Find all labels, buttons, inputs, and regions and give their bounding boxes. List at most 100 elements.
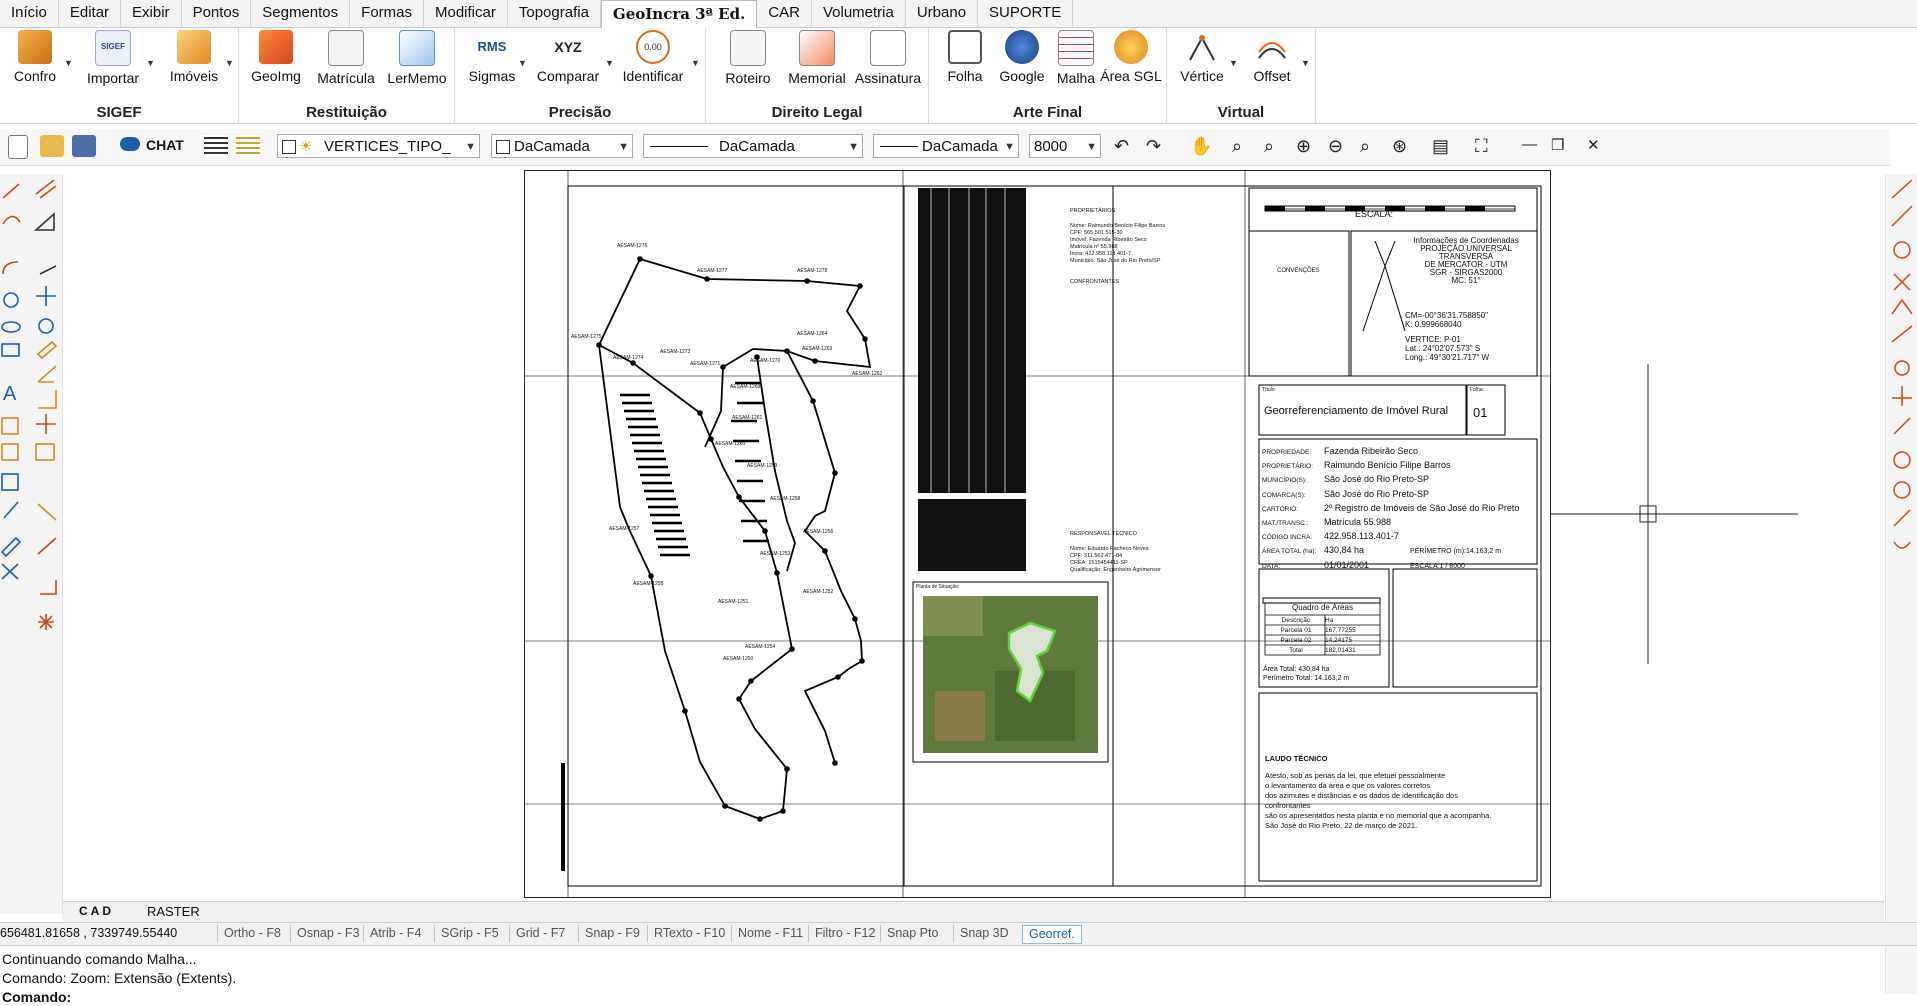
- vertex-label: AESAM-1274: [613, 355, 644, 361]
- zoom-previous-icon[interactable]: ⌕: [1360, 136, 1370, 157]
- chevron-down-icon[interactable]: ▼: [518, 58, 527, 68]
- scale-combo[interactable]: 8000 ▼: [1029, 134, 1101, 158]
- ribbon-panel: Confro ▼ SIGEF Importar ▼ Imóveis ▼ SIGE…: [0, 28, 1917, 124]
- tab-exibir[interactable]: Exibir: [121, 0, 182, 27]
- redo-icon[interactable]: ↷: [1146, 136, 1161, 157]
- snap-tangent-icon: [1893, 417, 1911, 435]
- tab-suporte[interactable]: SUPORTE: [978, 0, 1074, 27]
- chevron-down-icon[interactable]: ▼: [64, 58, 73, 68]
- identificar-button[interactable]: 0.00 Identificar: [618, 30, 688, 84]
- tab-formas[interactable]: Formas: [350, 0, 424, 27]
- tab-topografia[interactable]: Topografia: [508, 0, 601, 27]
- chevron-down-icon[interactable]: ▼: [691, 58, 700, 68]
- properties-icon[interactable]: ▤: [1432, 136, 1449, 157]
- group-title-sigef: SIGEF: [96, 104, 142, 121]
- grid-toggle[interactable]: Grid - F7: [509, 925, 571, 942]
- chevron-down-icon[interactable]: ▼: [605, 58, 614, 68]
- zoom-in-icon[interactable]: ⊕: [1296, 136, 1311, 157]
- georref-toggle[interactable]: Georref.: [1022, 925, 1082, 944]
- sgrip-toggle[interactable]: SGrip - F5: [434, 925, 505, 942]
- cursor-coordinates: 656481.81658 , 7339749.55440: [0, 926, 178, 940]
- ortho-toggle[interactable]: Ortho - F8: [217, 925, 287, 942]
- snap-intersection-icon: [1893, 273, 1911, 291]
- field-area-total: ÁREA TOTAL (ha): 430,84 ha PERÍMETRO (m):1…: [1262, 545, 1502, 556]
- layer-visibility-icon[interactable]: [282, 140, 296, 154]
- sigmas-button[interactable]: RMS Sigmas: [457, 30, 527, 84]
- geoimg-button[interactable]: GeoImg: [241, 30, 311, 84]
- assinatura-button[interactable]: Assinatura: [853, 30, 923, 86]
- open-folder-icon[interactable]: [40, 135, 64, 157]
- zoom-window-icon[interactable]: ⌕: [1232, 136, 1242, 157]
- tab-car[interactable]: CAR: [757, 0, 812, 27]
- snap-3d-toggle[interactable]: Snap 3D: [953, 925, 1015, 942]
- snap-pto-toggle[interactable]: Snap Pto: [880, 925, 944, 942]
- layer-combo[interactable]: ☀ VERTICES_TIPO_ ▼: [277, 134, 480, 158]
- nome-toggle[interactable]: Nome - F11: [731, 925, 809, 942]
- snap-node-icon: [1893, 481, 1911, 499]
- command-line[interactable]: Continuando comando Malha... Comando: Zo…: [0, 946, 1885, 1006]
- layer-manager-icon[interactable]: [236, 135, 260, 157]
- fullscreen-icon[interactable]: ⛶: [1475, 136, 1488, 157]
- zoom-extents-icon[interactable]: ⌕: [1264, 136, 1274, 157]
- tab-raster[interactable]: RASTER: [147, 904, 200, 919]
- matricula-button[interactable]: Matrícula: [311, 30, 381, 86]
- lineweight-combo[interactable]: DaCamada ▼: [873, 134, 1019, 158]
- snap-toggle[interactable]: Snap - F9: [578, 925, 646, 942]
- chevron-down-icon[interactable]: ▼: [146, 58, 155, 68]
- vertex-label: AESAM-1261: [732, 415, 763, 421]
- layers-icon[interactable]: [204, 135, 228, 157]
- tab-segmentos[interactable]: Segmentos: [251, 0, 351, 27]
- imoveis-button[interactable]: Imóveis: [159, 30, 229, 84]
- offset-button[interactable]: Offset: [1237, 30, 1307, 84]
- drawing-canvas[interactable]: ESCALA: CONVENÇÕES Informações de Coorde…: [63, 166, 1884, 901]
- snap-perpendicular-icon: [1892, 386, 1912, 406]
- close-icon[interactable]: ✕: [1587, 136, 1600, 154]
- memorial-button[interactable]: Memorial: [782, 30, 852, 86]
- color-combo[interactable]: DaCamada ▼: [491, 134, 633, 158]
- model-tabs: CAD RASTER: [63, 901, 1884, 922]
- pan-hand-icon[interactable]: ✋: [1190, 136, 1212, 157]
- confro-button[interactable]: Confro: [0, 30, 70, 84]
- tab-urbano[interactable]: Urbano: [906, 0, 979, 27]
- tab-pontos[interactable]: Pontos: [182, 0, 252, 27]
- tab-geoincra[interactable]: GeoIncra 3ª Ed.: [600, 0, 758, 29]
- area-sgl-button[interactable]: Área SGL: [1096, 30, 1166, 84]
- vertice-button[interactable]: Vértice: [1167, 30, 1237, 84]
- zoom-out-icon[interactable]: ⊖: [1328, 136, 1343, 157]
- snap-extension-icon: [1891, 325, 1913, 343]
- chevron-down-icon[interactable]: ▼: [1301, 58, 1310, 68]
- chat-button[interactable]: CHAT: [118, 135, 198, 157]
- comparar-button[interactable]: XYZ Comparar: [533, 30, 603, 84]
- sun-icon[interactable]: ☀: [299, 135, 312, 157]
- circle-tool-icon: [3, 292, 19, 308]
- zoom-all-icon[interactable]: ⊛: [1392, 136, 1407, 157]
- new-file-icon[interactable]: [8, 135, 28, 159]
- undo-icon[interactable]: ↶: [1114, 136, 1129, 157]
- vertex-label: AESAM-1262: [852, 371, 883, 377]
- filtro-toggle[interactable]: Filtro - F12: [808, 925, 881, 942]
- tab-editar[interactable]: Editar: [59, 0, 122, 27]
- break-tool-icon: [37, 537, 57, 555]
- save-icon[interactable]: [72, 135, 96, 157]
- rtexto-toggle[interactable]: RTexto - F10: [647, 925, 731, 942]
- responsavel-text: RESPONSÁVEL TÉCNICO Nome: Eduardo Pachec…: [1070, 531, 1161, 573]
- command-prompt[interactable]: Comando:: [2, 989, 71, 1005]
- explode-tool-icon: [1, 563, 19, 580]
- roteiro-button[interactable]: Roteiro: [713, 30, 783, 86]
- field-cartorio: CARTÓRIO: 2º Registro de Imóveis de São J…: [1262, 502, 1520, 513]
- tab-cad[interactable]: CAD: [79, 904, 114, 918]
- atrib-toggle[interactable]: Atrib - F4: [363, 925, 427, 942]
- osnap-toggle[interactable]: Osnap - F3: [290, 925, 366, 942]
- tab-modificar[interactable]: Modificar: [424, 0, 508, 27]
- chevron-down-icon[interactable]: ▼: [225, 58, 234, 68]
- restore-icon[interactable]: ❐: [1551, 136, 1564, 154]
- importar-button[interactable]: SIGEF Importar: [78, 30, 148, 86]
- tab-inicio[interactable]: Início: [0, 0, 59, 27]
- lermemo-button[interactable]: LerMemo: [382, 30, 452, 86]
- vertex-label: AESAM-1250: [723, 656, 754, 662]
- linetype-combo[interactable]: DaCamada ▼: [643, 134, 863, 158]
- tab-volumetria[interactable]: Volumetria: [812, 0, 906, 27]
- grid-icon: [1058, 30, 1094, 66]
- minimize-icon[interactable]: —: [1522, 136, 1537, 153]
- vertex-label: AESAM-1254: [745, 644, 776, 650]
